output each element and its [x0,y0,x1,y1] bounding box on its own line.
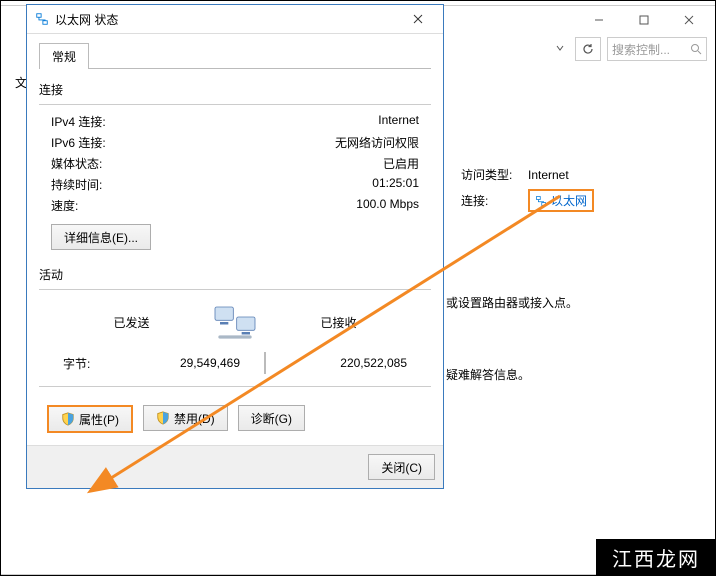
media-value: 已启用 [102,155,419,172]
access-type-label: 访问类型: [461,166,516,183]
dialog-close-button[interactable] [397,6,439,32]
speed-label: 速度: [51,197,78,214]
ipv4-value: Internet [106,113,419,130]
dialog-footer: 关闭(C) [27,445,443,488]
shield-icon [156,411,170,425]
recv-label: 已接收 [270,314,407,331]
bytes-recv: 220,522,085 [290,356,407,370]
ethernet-status-dialog: 以太网 状态 常规 连接 IPv4 连接:Internet IPv6 连接:无网… [26,4,444,489]
properties-button[interactable]: 属性(P) [47,405,133,433]
disable-button[interactable]: 禁用(D) [143,405,228,431]
button-row: 属性(P) 禁用(D) 诊断(G) [39,395,431,433]
bytes-label: 字节: [63,355,123,372]
duration-value: 01:25:01 [102,176,419,193]
search-placeholder: 搜索控制... [612,41,670,58]
properties-button-label: 属性(P) [79,411,119,428]
diagnose-button[interactable]: 诊断(G) [238,405,305,431]
watermark: 江西龙网 [596,539,716,576]
ethernet-link-text: 以太网 [551,192,587,209]
ethernet-link[interactable]: 以太网 [528,189,594,212]
close-dialog-button[interactable]: 关闭(C) [368,454,435,480]
media-label: 媒体状态: [51,155,102,172]
disable-button-label: 禁用(D) [174,410,215,427]
maximize-button[interactable] [621,6,666,34]
connection-label: 连接: [461,192,516,209]
details-button[interactable]: 详细信息(E)... [51,224,151,250]
ipv4-label: IPv4 连接: [51,113,106,130]
bg-network-info: 访问类型: Internet 连接: 以太网 [461,166,594,218]
network-icon [535,195,547,207]
tab-general[interactable]: 常规 [39,43,89,69]
network-icon [35,12,49,26]
separator [264,352,266,374]
close-button[interactable] [666,6,711,34]
activity-section-title: 活动 [39,266,431,283]
computers-icon [210,302,260,342]
dialog-title: 以太网 状态 [55,11,397,28]
bytes-sent: 29,549,469 [123,356,240,370]
ipv6-label: IPv6 连接: [51,134,106,151]
diagnose-button-label: 诊断(G) [251,410,292,427]
ipv6-value: 无网络访问权限 [106,134,419,151]
hint-text-1: 或设置路由器或接入点。 [446,294,578,311]
bytes-row: 字节: 29,549,469 220,522,085 [39,342,431,384]
dialog-title-bar: 以太网 状态 [27,5,443,34]
hint-text-2: 疑难解答信息。 [446,366,530,383]
search-input[interactable]: 搜索控制... [607,37,707,61]
connection-section-title: 连接 [39,81,431,98]
refresh-button[interactable] [575,37,601,61]
speed-value: 100.0 Mbps [78,197,419,214]
chevron-down-icon[interactable] [551,42,569,56]
dialog-body: 常规 连接 IPv4 连接:Internet IPv6 连接:无网络访问权限 媒… [27,34,443,445]
shield-icon [61,412,75,426]
access-type-value: Internet [528,168,569,182]
tab-strip: 常规 [39,42,431,68]
duration-label: 持续时间: [51,176,102,193]
activity-row: 已发送 已接收 [39,298,431,342]
minimize-button[interactable] [576,6,621,34]
sent-label: 已发送 [63,314,200,331]
